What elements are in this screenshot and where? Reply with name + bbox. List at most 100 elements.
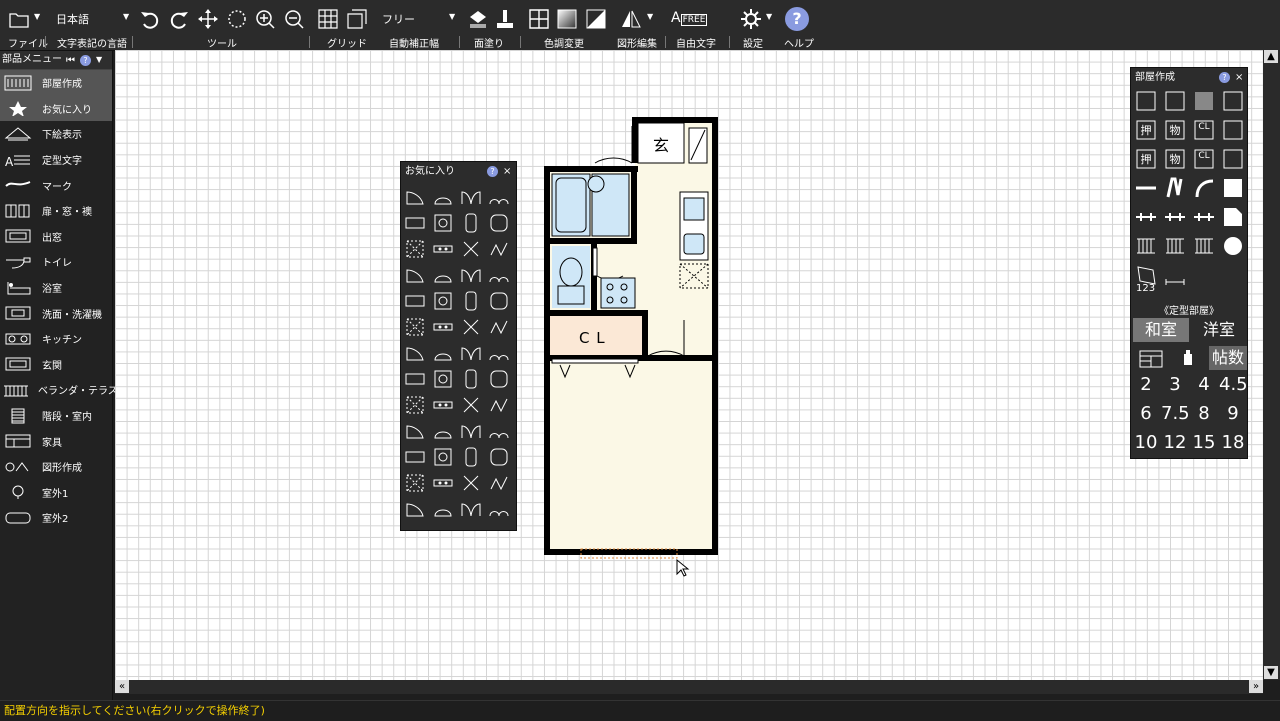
room-tool-icon[interactable] [1222,264,1244,286]
favorite-part-icon[interactable] [432,342,454,364]
closet-tool-0[interactable]: 押 [1135,148,1157,170]
zoom-in-icon[interactable] [254,8,276,30]
favorite-part-icon[interactable] [432,290,454,312]
free-text-icon[interactable]: A FREE [671,10,708,26]
favorite-part-icon[interactable] [488,212,510,234]
room-tool-icon[interactable] [1164,264,1186,286]
room-tool-icon[interactable] [1193,177,1215,199]
room-tool-icon[interactable] [1164,177,1186,199]
text-language-menu[interactable]: 文字表記の言語 [57,35,127,50]
room-tool-icon[interactable] [1222,148,1244,170]
favorite-part-icon[interactable] [460,290,482,312]
sidebar-item-balcony[interactable]: ベランダ・テラス [0,377,118,403]
floorplan[interactable] [115,50,1263,680]
folder-icon[interactable] [8,8,30,30]
favorite-part-icon[interactable] [404,498,426,520]
favorite-part-icon[interactable] [432,498,454,520]
help-icon[interactable]: ? [1219,72,1230,83]
favorite-part-icon[interactable] [488,342,510,364]
favorite-part-icon[interactable] [432,238,454,260]
tatami-number-button[interactable]: 4.5 [1219,374,1248,395]
favorite-part-icon[interactable] [488,264,510,286]
favorite-part-icon[interactable] [488,498,510,520]
tatami-number-button[interactable]: 10 [1132,432,1160,453]
favorite-part-icon[interactable] [488,394,510,416]
room-tool-icon[interactable] [1135,235,1157,257]
tatami-number-button[interactable]: 15 [1190,432,1218,453]
favorite-part-icon[interactable] [404,420,426,442]
sidebar-item-kitchen[interactable]: キッチン [0,326,112,352]
tatami-number-button[interactable]: 12 [1161,432,1189,453]
close-icon[interactable]: × [503,162,511,182]
grid-icon[interactable] [317,8,339,30]
scroll-right-icon[interactable]: » [1249,680,1263,693]
room-tool-icon[interactable] [1222,177,1244,199]
favorite-part-icon[interactable] [488,420,510,442]
scroll-up-icon[interactable]: ▲ [1264,50,1278,63]
favorite-part-icon[interactable] [432,368,454,390]
favorite-part-icon[interactable] [460,238,482,260]
sidebar-item-star[interactable]: お気に入り [0,95,112,122]
settings-menu[interactable]: 設定 [743,35,763,50]
favorite-part-icon[interactable] [460,368,482,390]
drawing-canvas[interactable]: 玄 C L [115,50,1263,680]
move-icon[interactable] [197,8,219,30]
sidebar-item-mark[interactable]: マーク [0,172,112,198]
sidebar-item-fixed-text[interactable]: A 定型文字 [0,147,112,173]
pen-icon[interactable] [494,8,516,30]
room-tool-icon[interactable] [1164,206,1186,228]
tool-menu[interactable]: ツール [207,35,237,50]
chevron-down-icon[interactable]: ▼ [34,12,40,21]
gradient-icon[interactable] [556,8,578,30]
washitsu-button[interactable]: 和室 [1133,318,1189,342]
chevron-down-icon[interactable]: ▼ [449,12,455,21]
favorite-part-icon[interactable] [432,212,454,234]
sidebar-item-bay-window[interactable]: 出窓 [0,224,112,250]
favorite-part-icon[interactable] [432,264,454,286]
favorite-part-icon[interactable] [488,472,510,494]
rotate-icon[interactable] [226,8,248,30]
help-menu[interactable]: ヘルプ [784,35,814,50]
tatami-number-button[interactable]: 4 [1190,374,1218,395]
room-tool-icon[interactable] [1135,206,1157,228]
sidebar-item-outdoor2[interactable]: 室外2 [0,505,112,531]
favorite-part-icon[interactable] [404,472,426,494]
room-tool-icon[interactable] [1193,206,1215,228]
tatami-number-button[interactable]: 8 [1190,403,1218,424]
favorite-part-icon[interactable] [404,290,426,312]
room-tool-icon[interactable] [1222,206,1244,228]
favorite-part-icon[interactable] [460,498,482,520]
chevron-down-icon[interactable]: ▼ [123,12,129,21]
contrast-icon[interactable] [585,8,607,30]
favorite-part-icon[interactable] [432,472,454,494]
scroll-down-icon[interactable]: ▼ [1264,666,1278,679]
favorite-part-icon[interactable] [404,238,426,260]
favorite-part-icon[interactable] [460,186,482,208]
favorite-part-icon[interactable] [460,264,482,286]
youshitsu-button[interactable]: 洋室 [1191,318,1247,342]
help-icon[interactable]: ? [487,166,498,177]
sidebar-item-furniture[interactable]: 家具 [0,428,112,454]
favorite-part-icon[interactable] [460,212,482,234]
tatami-number-button[interactable]: 2 [1132,374,1160,395]
closet-tool-1[interactable]: 物 [1164,119,1186,141]
room-tool-icon[interactable] [1193,90,1215,112]
sidebar-item-bath[interactable]: 浴室 [0,275,112,301]
shape-edit-menu[interactable]: 図形編集 [617,35,657,50]
closet-tool-2[interactable]: CL [1193,148,1215,170]
help-icon[interactable]: ? [785,7,809,31]
color-change-menu[interactable]: 色調変更 [544,35,584,50]
undo-icon[interactable] [139,8,161,30]
sidebar-item-underlay[interactable]: 下絵表示 [0,121,112,147]
redo-icon[interactable] [168,8,190,30]
sidebar-item-room-create[interactable]: 部屋作成 [0,70,112,96]
room-tool-icon[interactable] [1222,235,1244,257]
favorite-part-icon[interactable] [404,316,426,338]
chevron-down-icon[interactable]: ▼ [766,12,772,21]
room-tool-icon[interactable] [1164,90,1186,112]
favorite-part-icon[interactable] [404,368,426,390]
room-tool-icon[interactable] [1193,264,1215,286]
sidebar-item-stairs[interactable]: 階段・室内 [0,403,112,429]
favorite-part-icon[interactable] [404,342,426,364]
favorite-part-icon[interactable] [404,186,426,208]
